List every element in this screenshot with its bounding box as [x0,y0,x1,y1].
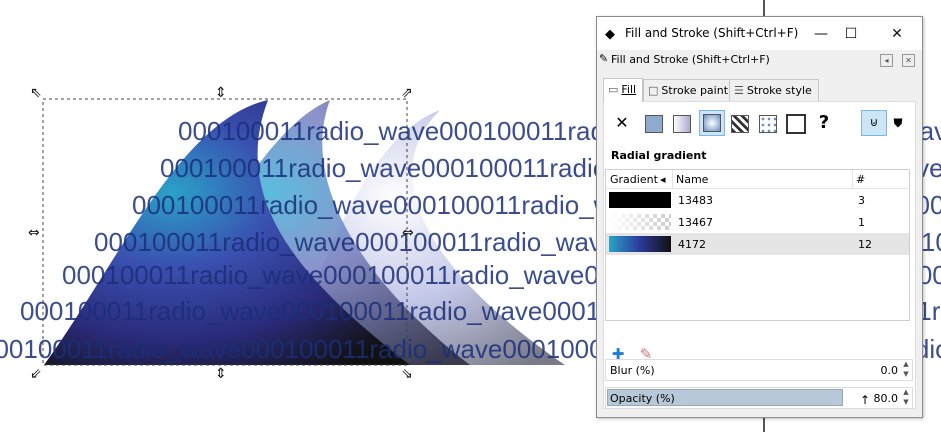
pen-icon: ✎ [599,52,609,65]
handle-nw-icon: ⇖ [30,85,42,101]
blur-value[interactable]: 0.0 [881,364,899,377]
blur-label: Blur (%) [610,364,655,377]
gradient-preview [609,214,671,230]
cursor-icon: ↑ [860,393,871,407]
blur-up-icon[interactable]: ▲ [901,360,911,369]
unset-paint-button[interactable] [785,112,807,134]
handle-se-icon: ⇘ [401,366,413,382]
opacity-down-icon[interactable]: ▼ [901,398,911,407]
pattern-icon [731,114,749,133]
pattern-button[interactable] [729,112,751,134]
fill-tab-icon: ▭ [608,83,619,96]
column-gradient[interactable]: Gradient [610,173,658,186]
handle-ne-icon: ⇗ [401,85,413,101]
gradient-row[interactable]: 13483 3 [606,189,909,211]
unknown-paint-button[interactable]: ? [813,112,835,134]
opacity-value[interactable]: 80.0 [874,392,899,405]
stroke-paint-tab-icon: □ [648,84,659,97]
opacity-spinbox[interactable]: Opacity (%) ↑ 80.0 ▲ ▼ [605,387,913,409]
panel-collapse-icon[interactable]: ◂ [880,54,893,67]
handle-e-icon: ⇔ [402,225,414,241]
column-name[interactable]: Name [676,173,708,186]
window-title: Fill and Stroke (Shift+Ctrl+F) [625,26,799,40]
tab-stroke-paint[interactable]: □ Stroke paint [643,79,733,101]
gradient-list-header: Gradient ◂ Name # [606,170,909,189]
handle-s-icon: ⇕ [215,366,227,382]
opacity-label: Opacity (%) [610,392,675,405]
panel-header: ✎ Fill and Stroke (Shift+Ctrl+F) ◂ ✕ [597,51,922,69]
gradient-preview [609,192,671,208]
gradient-preview [609,236,671,252]
window-titlebar[interactable]: ◆ Fill and Stroke (Shift+Ctrl+F) — ☐ ✕ [597,17,922,50]
evenodd-fill-rule-icon: ⛊ [893,116,903,130]
flat-color-button[interactable] [643,112,665,134]
opacity-up-icon[interactable]: ▲ [901,388,911,397]
nonzero-fill-rule-icon: ⊍ [869,115,879,129]
question-icon: ? [818,112,830,133]
fill-and-stroke-dialog: ◆ Fill and Stroke (Shift+Ctrl+F) — ☐ ✕ ✎… [596,16,923,418]
column-count[interactable]: # [856,173,865,186]
flat-color-icon [645,114,663,133]
gradient-count: 1 [858,216,865,229]
gradient-name: 4172 [678,238,706,251]
handle-w-icon: ⇔ [28,225,40,241]
blur-down-icon[interactable]: ▼ [901,370,911,379]
swatch-icon [759,114,777,133]
gradient-list[interactable]: Gradient ◂ Name # 13483 3 13467 1 4172 1… [605,169,910,321]
tab-fill-label: Fill [621,83,637,96]
handle-sw-icon: ⇙ [30,366,42,382]
tab-stroke-paint-label: Stroke paint [661,84,729,97]
evenodd-fill-rule-button[interactable]: ⛊ [887,112,909,134]
radial-gradient-icon [703,113,721,132]
gradient-row[interactable]: 13467 1 [606,211,909,233]
swatch-button[interactable] [757,112,779,134]
gradient-kind-label: Radial gradient [611,149,707,162]
no-paint-button[interactable]: ✕ [611,112,633,134]
linear-gradient-button[interactable] [671,112,693,134]
radial-gradient-button[interactable] [699,110,725,136]
gradient-name: 13467 [678,216,713,229]
tab-stroke-style[interactable]: ☰ Stroke style [729,79,819,101]
panel-close-icon[interactable]: ✕ [902,54,915,67]
gradient-count: 12 [858,238,872,251]
handle-n-icon: ⇕ [215,85,227,101]
blur-spinbox[interactable]: Blur (%) 0.0 ▲ ▼ [605,359,913,381]
tab-fill[interactable]: ▭ Fill [603,78,643,102]
nonzero-fill-rule-button[interactable]: ⊍ [861,110,887,136]
maximize-button[interactable]: ☐ [829,21,873,47]
linear-gradient-icon [673,114,691,133]
gradient-count: 3 [858,194,865,207]
gradient-row[interactable]: 4172 12 [606,233,909,255]
gradient-name: 13483 [678,194,713,207]
tab-stroke-style-label: Stroke style [746,84,812,97]
x-icon: ✕ [615,113,629,132]
close-button[interactable]: ✕ [875,21,919,47]
inkscape-icon: ◆ [605,27,615,42]
unset-paint-icon [786,113,806,134]
sort-arrow-icon: ◂ [660,173,666,186]
stroke-style-tab-icon: ☰ [734,84,744,97]
panel-title: Fill and Stroke (Shift+Ctrl+F) [611,53,770,66]
